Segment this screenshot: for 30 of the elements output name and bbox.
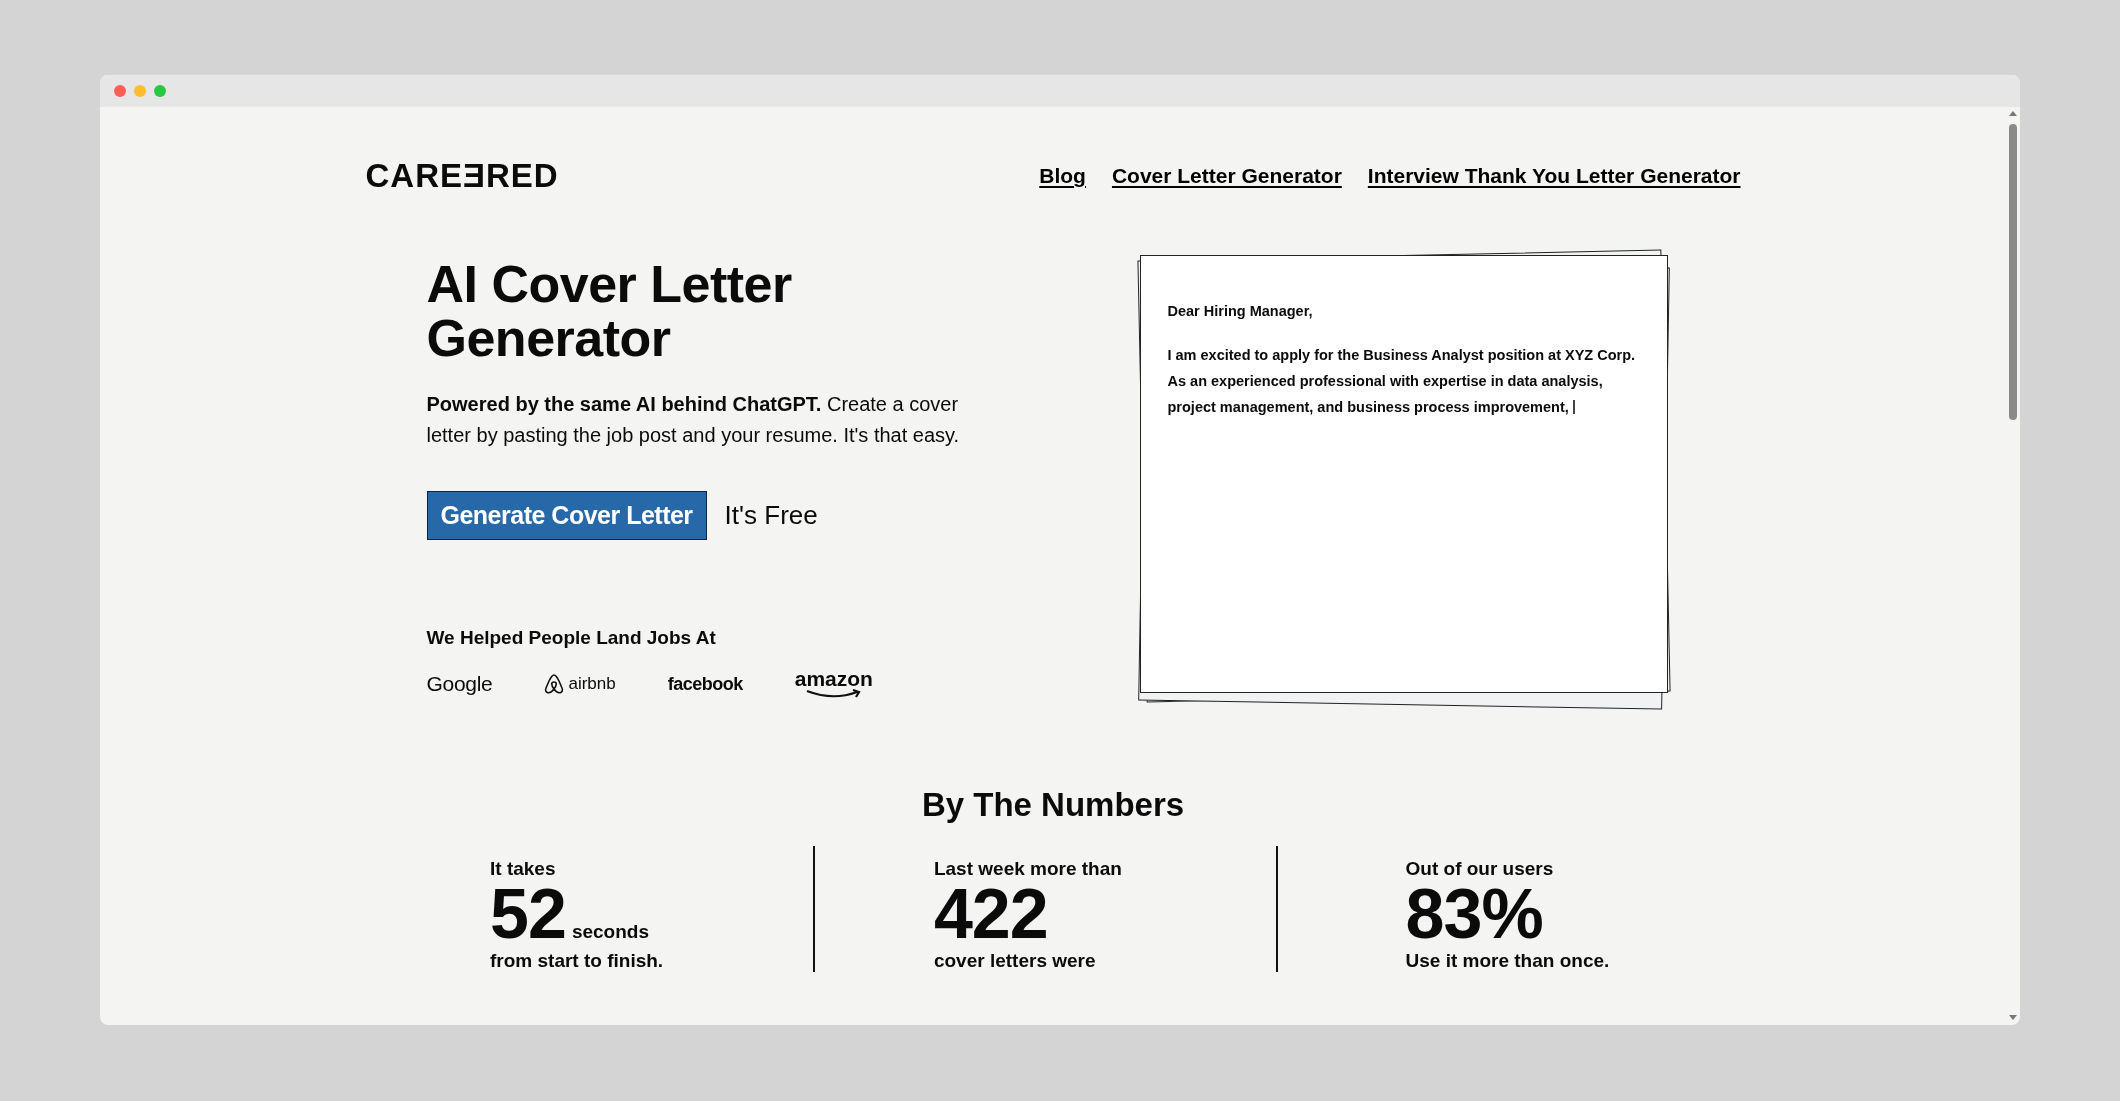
stat-lead: Out of our users	[1405, 858, 1555, 880]
stat-caption: cover letters were	[933, 950, 1097, 972]
companies-heading: We Helped People Land Jobs At	[426, 627, 717, 649]
stat-lead: It takes	[490, 858, 557, 880]
section-heading: By The Numbers	[920, 786, 1186, 824]
company-logo: airbnb	[568, 674, 616, 694]
company-logo: Google	[426, 672, 493, 696]
company-logo: facebook	[667, 673, 743, 695]
site-logo[interactable]: CAREƎRED	[365, 157, 559, 195]
window-control-icon[interactable]	[154, 85, 166, 97]
free-note: It's Free	[724, 500, 818, 531]
company-logo: amazon	[794, 669, 873, 699]
stat-number: 83%	[1405, 882, 1543, 946]
stat-lead: Last week more than	[933, 858, 1123, 880]
window-control-icon[interactable]	[114, 85, 126, 97]
stat-number: 422	[933, 882, 1048, 946]
page-title: AI Cover Letter Generator	[426, 257, 793, 365]
loop-icon	[544, 673, 565, 695]
letter-body: I am excited to apply for the Business Analyst position at XYZ Corp. As an experienced professional with expertise in data analysis, project management, and business process improvement,	[1167, 346, 1637, 417]
stat-caption: from start to finish.	[490, 950, 665, 972]
generate-button[interactable]: Generate Cover Letter	[426, 491, 707, 540]
hero-subtitle: Powered by the same AI behind ChatGPT. Create a cover letter by pasting the job post and your resume. It's that easy.	[426, 392, 961, 448]
window-control-icon[interactable]	[134, 85, 146, 97]
stat-unit: seconds	[571, 921, 649, 943]
nav-link[interactable]: Interview Thank You Letter Generator	[1367, 164, 1741, 188]
letter-greeting: Dear Hiring Manager,	[1167, 302, 1314, 321]
stat-number: 52	[490, 882, 566, 946]
nav-link[interactable]: Blog	[1039, 164, 1086, 188]
stat-caption: Use it more than once.	[1405, 950, 1611, 972]
nav-link[interactable]: Cover Letter Generator	[1111, 164, 1342, 188]
